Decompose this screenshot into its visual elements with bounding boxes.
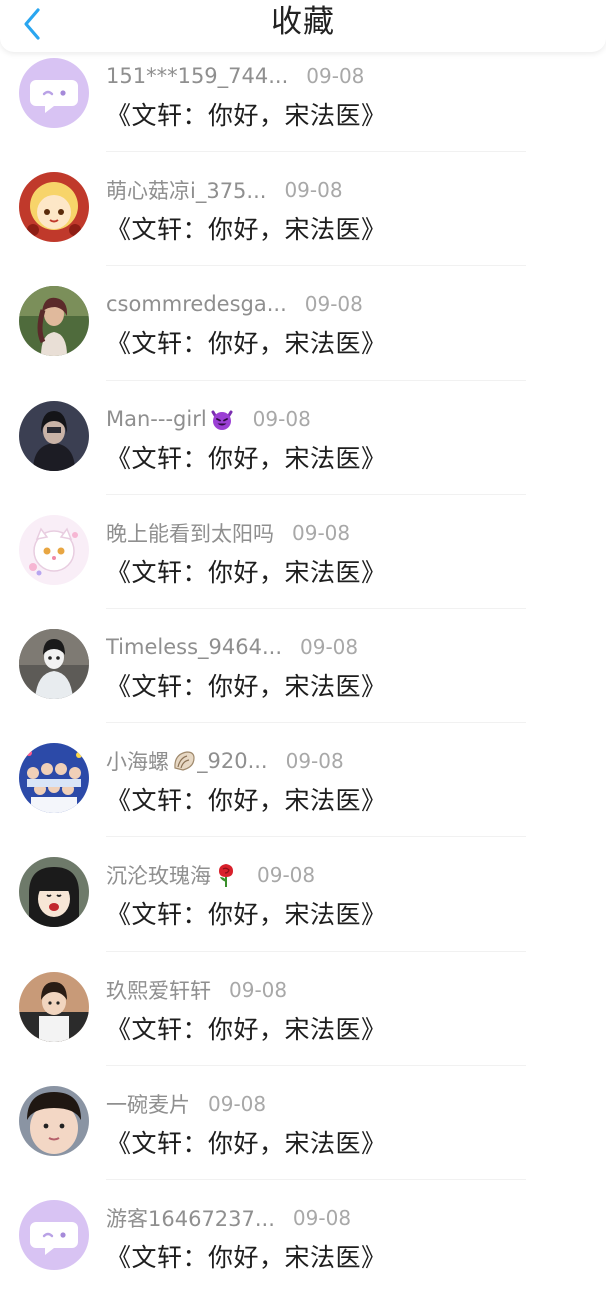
book-title[interactable]: 《文轩：你好，宋法医》	[106, 1010, 387, 1046]
avatar[interactable]	[19, 743, 89, 814]
book-title[interactable]: 《文轩：你好，宋法医》	[106, 96, 387, 132]
date-label: 09-08	[304, 292, 363, 317]
list-item[interactable]: 玖熙爱轩轩 09-08 《文轩：你好，宋法医》	[0, 952, 606, 1066]
date-label: 09-08	[292, 1205, 352, 1230]
username[interactable]: 151***159_744...	[106, 64, 288, 88]
username[interactable]: Man---girl	[106, 407, 207, 431]
date-label: 09-08	[306, 64, 365, 88]
list-item[interactable]: 游客16467237... 09-08 《文轩：你好，宋法医》	[0, 1180, 606, 1294]
username[interactable]: 沉沦玫瑰海	[106, 860, 211, 890]
list-item[interactable]: 一碗麦片 09-08 《文轩：你好，宋法医》	[0, 1066, 606, 1180]
book-title[interactable]: 《文轩：你好，宋法医》	[106, 210, 387, 246]
username-suffix[interactable]: _920...	[197, 749, 268, 773]
username[interactable]: 一碗麦片	[106, 1089, 190, 1119]
avatar[interactable]	[19, 514, 89, 585]
book-title[interactable]: 《文轩：你好，宋法医》	[106, 439, 387, 475]
list-item[interactable]: 151***159_744... 09-08 《文轩：你好，宋法医》	[0, 38, 606, 153]
book-title[interactable]: 《文轩：你好，宋法医》	[106, 667, 387, 703]
book-title[interactable]: 《文轩：你好，宋法医》	[106, 553, 387, 589]
shell-emoji-icon	[171, 748, 197, 774]
username[interactable]: 晚上能看到太阳吗	[106, 518, 274, 548]
avatar[interactable]	[19, 857, 89, 928]
top-bar: 收藏	[0, 0, 606, 52]
avatar[interactable]	[19, 628, 89, 699]
book-title[interactable]: 《文轩：你好，宋法医》	[106, 895, 387, 931]
list-item[interactable]: Timeless_9464... 09-08 《文轩：你好，宋法医》	[0, 609, 606, 724]
book-title[interactable]: 《文轩：你好，宋法医》	[106, 324, 387, 360]
list-item[interactable]: 沉沦玫瑰海 09-08 《文轩：你好，宋法医》	[0, 837, 606, 952]
username[interactable]: 游客16467237...	[106, 1203, 275, 1233]
username[interactable]: Timeless_9464...	[106, 635, 282, 659]
avatar[interactable]	[19, 971, 89, 1042]
date-label: 09-08	[257, 863, 316, 888]
list-item[interactable]: Man---girl 09-08 《文轩：你好，宋法医》	[0, 381, 606, 495]
list-item[interactable]: 晚上能看到太阳吗 09-08 《文轩：你好，宋法医》	[0, 495, 606, 609]
username[interactable]: csommredesga...	[106, 292, 287, 316]
username[interactable]: 小海螺	[106, 746, 169, 776]
favorites-list: 151***159_744... 09-08 《文轩：你好，宋法医》 萌心菇凉i…	[0, 38, 606, 1294]
book-title[interactable]: 《文轩：你好，宋法医》	[106, 781, 387, 817]
date-label: 09-08	[300, 634, 359, 659]
avatar[interactable]	[19, 1085, 89, 1156]
avatar[interactable]	[19, 1199, 89, 1270]
date-label: 09-08	[229, 977, 288, 1002]
avatar[interactable]	[19, 400, 89, 471]
date-label: 09-08	[284, 178, 343, 203]
book-title[interactable]: 《文轩：你好，宋法医》	[106, 1238, 387, 1274]
avatar[interactable]	[19, 172, 89, 243]
book-title[interactable]: 《文轩：你好，宋法医》	[106, 1124, 387, 1160]
page-title: 收藏	[271, 4, 335, 40]
date-label: 09-08	[208, 1091, 267, 1116]
devil-emoji-icon	[209, 406, 235, 432]
date-label: 09-08	[285, 749, 344, 774]
list-item[interactable]: 萌心菇凉i_375... 09-08 《文轩：你好，宋法医》	[0, 152, 606, 267]
avatar[interactable]	[19, 286, 89, 357]
date-label: 09-08	[252, 406, 311, 431]
rose-emoji-icon	[213, 862, 239, 888]
list-item[interactable]: csommredesga... 09-08 《文轩：你好，宋法医》	[0, 266, 606, 381]
username[interactable]: 玖熙爱轩轩	[106, 975, 211, 1005]
list-item[interactable]: 小海螺 _920... 09-08 《文轩：你好，宋法医》	[0, 723, 606, 838]
date-label: 09-08	[292, 520, 351, 545]
avatar[interactable]	[19, 58, 89, 128]
username[interactable]: 萌心菇凉i_375...	[106, 175, 266, 205]
